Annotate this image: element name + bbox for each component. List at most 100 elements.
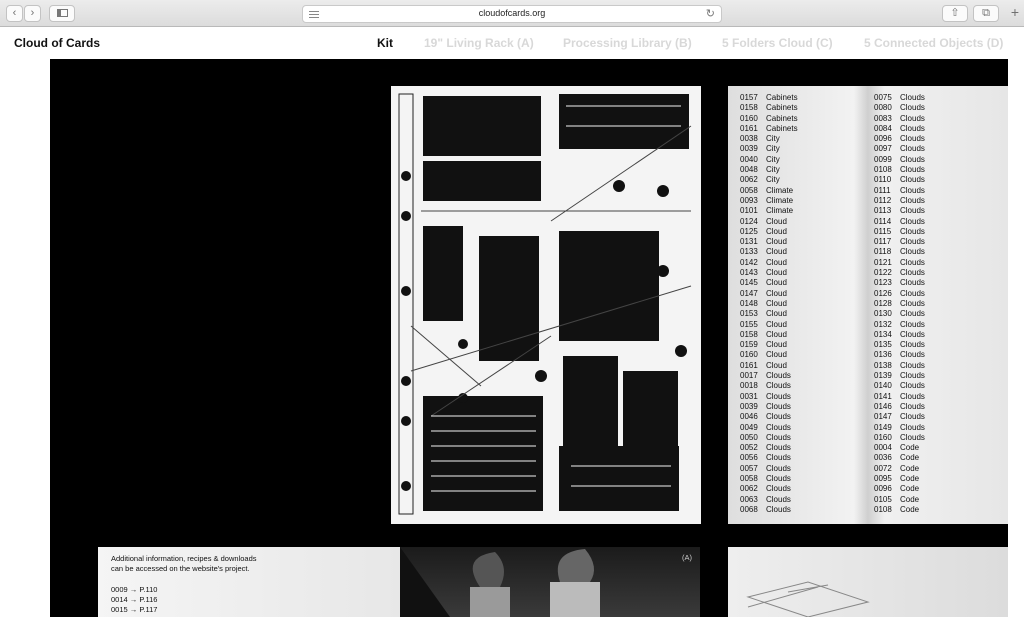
nav-living-rack[interactable]: 19" Living Rack (A) bbox=[424, 36, 534, 50]
index-topic: Clouds bbox=[900, 206, 925, 216]
index-row: 0040 City bbox=[740, 155, 798, 165]
reload-icon[interactable]: ↻ bbox=[706, 7, 715, 20]
index-topic: Clouds bbox=[766, 443, 791, 453]
index-topic: Climate bbox=[766, 185, 794, 195]
index-row: 0161 Cabinets bbox=[740, 124, 798, 134]
kit-diagram bbox=[746, 581, 870, 617]
index-row: 0122 Clouds bbox=[874, 268, 925, 278]
index-topic: Cabinets bbox=[766, 103, 798, 113]
index-topic: Clouds bbox=[900, 134, 925, 144]
index-topic: Clouds bbox=[766, 463, 791, 473]
index-topic: Clouds bbox=[900, 216, 925, 226]
nav-connected-objects[interactable]: 5 Connected Objects (D) bbox=[864, 36, 1003, 50]
index-number: 0126 bbox=[874, 288, 892, 298]
index-topic: Clouds bbox=[900, 144, 925, 154]
nav-processing-library[interactable]: Processing Library (B) bbox=[563, 36, 692, 50]
address-bar[interactable]: cloudofcards.org ↻ bbox=[302, 5, 722, 23]
index-topic: Cloud bbox=[766, 309, 787, 319]
index-row: 0115 Clouds bbox=[874, 227, 925, 237]
index-topic: Clouds bbox=[900, 278, 925, 288]
index-row: 0143 Cloud bbox=[740, 268, 798, 278]
index-topic: Cloud bbox=[766, 226, 787, 236]
index-row: 0161 Cloud bbox=[740, 361, 798, 371]
share-icon[interactable]: ⇧ bbox=[942, 5, 968, 22]
index-number: 0036 bbox=[874, 453, 892, 463]
index-topic: Clouds bbox=[900, 391, 925, 401]
index-row: 0062 Clouds bbox=[740, 484, 798, 494]
index-row: 0046 Clouds bbox=[740, 412, 798, 422]
card-plate-image bbox=[391, 86, 701, 524]
index-number: 0121 bbox=[874, 257, 892, 267]
sidebar-icon[interactable] bbox=[49, 5, 75, 22]
index-row: 0130 Clouds bbox=[874, 309, 925, 319]
index-topic: Clouds bbox=[766, 473, 791, 483]
index-number: 0160 bbox=[740, 113, 758, 123]
cut-pattern-drawing bbox=[398, 93, 692, 515]
index-topic: Clouds bbox=[900, 422, 925, 432]
index-number: 0031 bbox=[740, 391, 758, 401]
tabs-overview-icon[interactable]: ⧉ bbox=[973, 5, 999, 22]
index-number: 0004 bbox=[874, 443, 892, 453]
nav-kit[interactable]: Kit bbox=[377, 36, 393, 50]
index-number: 0128 bbox=[874, 298, 892, 308]
index-number: 0146 bbox=[874, 401, 892, 411]
index-number: 0048 bbox=[740, 165, 758, 175]
index-row: 0052 Clouds bbox=[740, 443, 798, 453]
index-number: 0147 bbox=[874, 412, 892, 422]
index-topic: Cloud bbox=[766, 247, 787, 257]
index-topic: Clouds bbox=[900, 319, 925, 329]
index-topic: Clouds bbox=[900, 381, 925, 391]
back-icon[interactable]: ‹ bbox=[6, 5, 23, 22]
index-row: 0124 Cloud bbox=[740, 217, 798, 227]
index-number: 0112 bbox=[874, 195, 892, 205]
index-row: 0083 Clouds bbox=[874, 114, 925, 124]
index-topic: Cloud bbox=[766, 350, 787, 360]
site-title[interactable]: Cloud of Cards bbox=[14, 36, 100, 50]
index-row: 0056 Clouds bbox=[740, 453, 798, 463]
index-number: 0147 bbox=[740, 288, 758, 298]
index-number: 0131 bbox=[740, 237, 758, 247]
index-number: 0046 bbox=[740, 412, 758, 422]
index-topic: Code bbox=[900, 504, 920, 514]
index-number: 0114 bbox=[874, 216, 892, 226]
index-page-image: 0157 Cabinets 0158 Cabinets 0160 Cabinets 0161… bbox=[728, 86, 1008, 524]
index-number: 0149 bbox=[874, 422, 892, 432]
index-topic: City bbox=[766, 134, 780, 144]
index-topic: Clouds bbox=[766, 401, 791, 411]
index-topic: Cloud bbox=[766, 360, 787, 370]
index-topic: Clouds bbox=[900, 154, 925, 164]
index-row: 0057 Clouds bbox=[740, 464, 798, 474]
new-tab-icon[interactable]: + bbox=[1006, 5, 1024, 22]
index-topic: Cloud bbox=[766, 329, 787, 339]
index-row: 0063 Clouds bbox=[740, 495, 798, 505]
index-row: 0072 Code bbox=[874, 464, 925, 474]
forward-icon[interactable]: › bbox=[24, 5, 41, 22]
index-topic: Clouds bbox=[766, 453, 791, 463]
index-row: 0132 Clouds bbox=[874, 320, 925, 330]
index-topic: Clouds bbox=[900, 360, 925, 370]
index-row: 0096 Clouds bbox=[874, 134, 925, 144]
index-number: 0039 bbox=[740, 401, 758, 411]
index-row: 0126 Clouds bbox=[874, 289, 925, 299]
index-row: 0135 Clouds bbox=[874, 340, 925, 350]
index-number: 0160 bbox=[874, 432, 892, 442]
index-number: 0101 bbox=[740, 206, 758, 216]
index-row: 0108 Clouds bbox=[874, 165, 925, 175]
index-number: 0158 bbox=[740, 103, 758, 113]
index-topic: Clouds bbox=[900, 175, 925, 185]
nav-folders-cloud[interactable]: 5 Folders Cloud (C) bbox=[722, 36, 833, 50]
index-row: 0159 Cloud bbox=[740, 340, 798, 350]
index-topic: Climate bbox=[766, 195, 794, 205]
index-topic: Code bbox=[900, 463, 920, 473]
index-number: 0161 bbox=[740, 360, 758, 370]
index-topic: City bbox=[766, 144, 780, 154]
index-topic: Clouds bbox=[900, 257, 925, 267]
index-number: 0115 bbox=[874, 226, 892, 236]
index-row: 0147 Cloud bbox=[740, 289, 798, 299]
ref-line: 0015 → P.117 bbox=[111, 605, 158, 614]
index-row: 0075 Clouds bbox=[874, 93, 925, 103]
index-row: 0160 Cabinets bbox=[740, 114, 798, 124]
index-topic: Clouds bbox=[766, 412, 791, 422]
index-topic: Clouds bbox=[900, 268, 925, 278]
index-row: 0158 Cloud bbox=[740, 330, 798, 340]
